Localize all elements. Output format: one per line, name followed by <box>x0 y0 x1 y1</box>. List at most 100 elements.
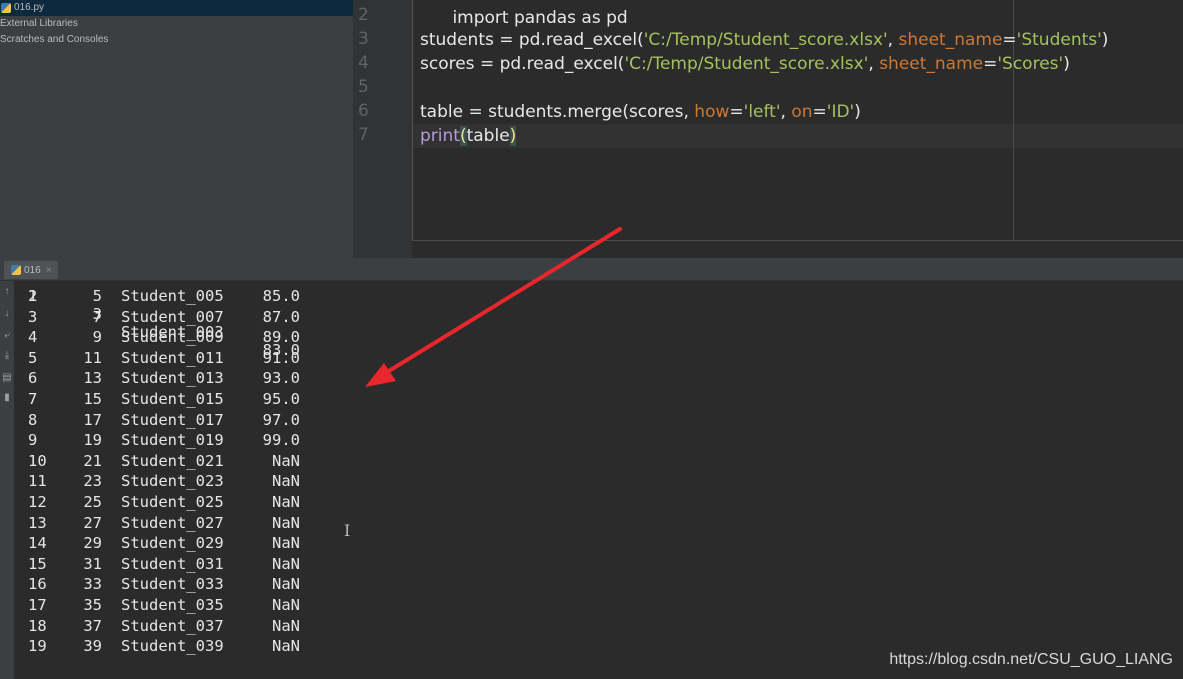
output-cell-id: 9 <box>92 328 102 347</box>
current-line-highlight <box>413 124 1183 148</box>
output-cell-score: 95.0 <box>262 390 300 408</box>
output-cell-name: Student_011 <box>121 348 224 367</box>
run-tab-label: 016 <box>24 264 41 276</box>
output-cell-name: Student_037 <box>121 616 224 635</box>
output-cell-id: 13 <box>83 369 102 388</box>
output-cell-idx: 13 <box>28 513 47 532</box>
line-number: 5 <box>358 77 369 97</box>
output-cell-idx: 15 <box>28 554 47 573</box>
output-cell-idx: 7 <box>28 390 38 408</box>
trash-icon[interactable]: ▮ <box>1 391 13 405</box>
output-cell-score: NaN <box>272 493 300 511</box>
output-cell-score: 99.0 <box>262 431 300 450</box>
tree-item-label: Scratches and Consoles <box>0 34 109 45</box>
output-cell-score: 87.0 <box>262 307 300 326</box>
python-file-icon <box>11 265 21 275</box>
output-cell-idx: 6 <box>28 369 38 388</box>
output-cell-id: 17 <box>83 410 102 429</box>
output-cell-idx: 12 <box>28 493 47 511</box>
arrow-up-icon[interactable]: ↑ <box>1 285 13 299</box>
output-cell-id: 37 <box>83 616 102 635</box>
output-cell-name: Student_009 <box>121 328 224 347</box>
output-cell-id: 11 <box>83 348 102 367</box>
python-file-icon <box>1 3 11 13</box>
output-cell-score: 85.0 <box>262 287 300 305</box>
output-cell-score: 97.0 <box>262 410 300 429</box>
output-cell-idx: 10 <box>28 451 47 470</box>
watermark: https://blog.csdn.net/CSU_GUO_LIANG <box>889 651 1173 668</box>
output-cell-score: 89.0 <box>262 328 300 347</box>
output-cell-score: 91.0 <box>262 348 300 367</box>
output-cell-idx: 16 <box>28 575 47 594</box>
tree-item-external-libraries[interactable]: External Libraries <box>0 16 353 32</box>
output-cell-name: Student_005 <box>121 287 224 305</box>
text-cursor-icon: I <box>344 521 351 540</box>
run-tab-016[interactable]: 016 × <box>4 261 58 279</box>
output-cell-name: Student_019 <box>121 431 224 450</box>
output-cell-name: Student_031 <box>121 554 224 573</box>
run-toolbar: ↑ ↓ ⤶ ⤓ ▤ ▮ <box>0 281 14 679</box>
line-number-gutter: 2 3 4 5 6 7 <box>354 0 412 258</box>
tree-item-label: External Libraries <box>0 18 78 29</box>
output-cell-idx: 9 <box>28 431 38 450</box>
output-cell-name: Student_023 <box>121 472 224 491</box>
tree-item-scratches-and-consoles[interactable]: Scratches and Consoles <box>0 32 353 48</box>
output-cell-name: Student_017 <box>121 410 224 429</box>
arrow-down-icon[interactable]: ↓ <box>1 307 13 321</box>
output-cell-id: 19 <box>83 431 102 450</box>
output-cell-score: NaN <box>272 451 300 470</box>
output-cell-score: 93.0 <box>262 369 300 388</box>
output-cell-score: NaN <box>272 596 300 614</box>
output-cell-id: 39 <box>83 637 102 656</box>
tree-item-016-py[interactable]: 016.py <box>0 0 353 16</box>
code-line-4: scores = pd.read_excel('C:/Temp/Student_… <box>420 54 1070 74</box>
output-cell-score: NaN <box>272 472 300 491</box>
print-icon[interactable]: ▤ <box>1 371 13 385</box>
gutter-divider <box>412 0 413 240</box>
output-cell-idx: 11 <box>28 472 47 491</box>
line-number: 7 <box>358 125 369 145</box>
console-output[interactable]: 1 3 Student_003 83.0 2 5 Student_005 85.0 3 7… <box>14 281 1183 679</box>
output-cell-id: 29 <box>83 534 102 553</box>
output-cell-name: Student_027 <box>121 513 224 532</box>
project-panel: 016.py External Libraries Scratches and … <box>0 0 354 258</box>
line-number: 2 <box>358 5 369 25</box>
output-cell-idx: 3 <box>28 307 38 326</box>
line-number: 3 <box>358 29 369 49</box>
output-cell-idx: 5 <box>28 348 38 367</box>
output-cell-name: Student_015 <box>121 390 224 408</box>
code-line-6: table = students.merge(scores, how='left… <box>420 102 861 122</box>
editor-bottom-border <box>412 240 1183 241</box>
output-cell-id: 23 <box>83 472 102 491</box>
output-cell-id: 15 <box>83 390 102 408</box>
soft-wrap-icon[interactable]: ⤶ <box>1 329 13 343</box>
output-cell-idx: 14 <box>28 534 47 553</box>
output-cell-id: 31 <box>83 554 102 573</box>
output-cell-score: NaN <box>272 637 300 656</box>
code-editor[interactable]: 2 3 4 5 6 7 import pandas as pd students… <box>354 0 1183 258</box>
output-cell-id: 21 <box>83 451 102 470</box>
output-cell-score: NaN <box>272 554 300 573</box>
scroll-to-end-icon[interactable]: ⤓ <box>1 349 13 363</box>
output-cell-idx: 17 <box>28 596 47 614</box>
output-cell-idx: 8 <box>28 410 38 429</box>
output-cell-id: 27 <box>83 513 102 532</box>
output-cell-name: Student_035 <box>121 596 224 614</box>
tree-item-label: 016.py <box>14 2 45 13</box>
ide-window: 016.py External Libraries Scratches and … <box>0 0 1183 679</box>
code-line-7: print(table) <box>420 126 517 146</box>
output-cell-id: 7 <box>92 307 102 326</box>
output-cell-name: Student_007 <box>121 307 224 326</box>
output-cell-name: Student_025 <box>121 493 224 511</box>
output-cell-name: Student_033 <box>121 575 224 594</box>
code-line-3: students = pd.read_excel('C:/Temp/Studen… <box>420 30 1109 50</box>
output-cell-name: Student_021 <box>121 451 224 470</box>
close-icon[interactable]: × <box>46 265 52 276</box>
output-cell-score: NaN <box>272 616 300 635</box>
output-cell-score: NaN <box>272 534 300 553</box>
output-cell-score: NaN <box>272 513 300 532</box>
line-number: 4 <box>358 53 369 73</box>
output-cell-name: Student_039 <box>121 637 224 656</box>
output-cell-name: Student_013 <box>121 369 224 388</box>
output-cell-name: Student_029 <box>121 534 224 553</box>
